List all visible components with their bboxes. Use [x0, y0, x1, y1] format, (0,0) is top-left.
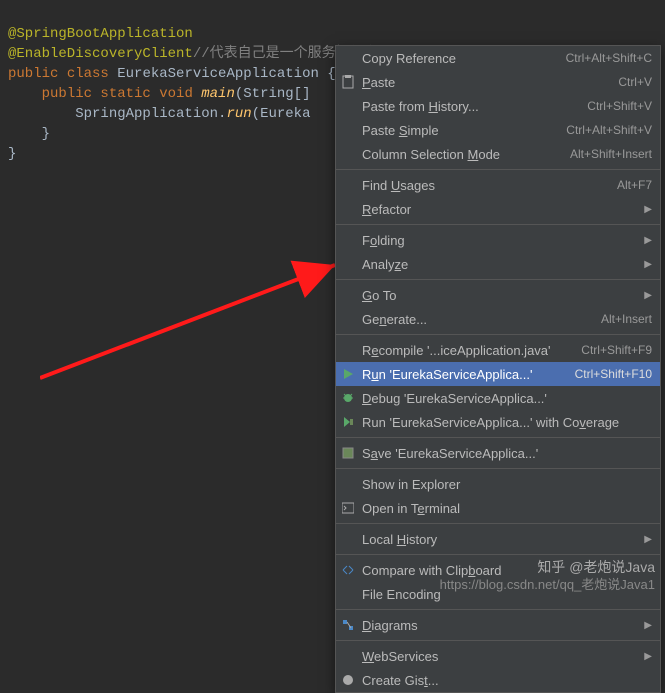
menu-paste-simple[interactable]: Paste SimpleCtrl+Alt+Shift+V	[336, 118, 660, 142]
menu-analyze[interactable]: Analyze▶	[336, 252, 660, 276]
compare-icon	[340, 562, 356, 578]
submenu-arrow-icon: ▶	[644, 259, 652, 270]
indent3	[8, 126, 42, 142]
menu-refactor[interactable]: Refactor▶	[336, 197, 660, 221]
method-run: run	[226, 106, 251, 122]
submenu-arrow-icon: ▶	[644, 235, 652, 246]
arrow-annotation	[40, 260, 350, 380]
menu-separator	[336, 224, 660, 225]
kw-static: static	[100, 86, 159, 102]
brace3: }	[8, 146, 16, 162]
menu-column-selection[interactable]: Column Selection ModeAlt+Shift+Insert	[336, 142, 660, 166]
menu-paste-history[interactable]: Paste from History...Ctrl+Shift+V	[336, 94, 660, 118]
menu-show-explorer[interactable]: Show in Explorer	[336, 472, 660, 496]
menu-separator	[336, 523, 660, 524]
run-icon	[340, 366, 356, 382]
menu-create-gist[interactable]: Create Gist...	[336, 668, 660, 692]
menu-webservices[interactable]: WebServices▶	[336, 644, 660, 668]
kw-class: class	[67, 66, 117, 82]
coverage-icon	[340, 414, 356, 430]
menu-diagrams[interactable]: Diagrams▶	[336, 613, 660, 637]
menu-separator	[336, 169, 660, 170]
watermark-bottom: https://blog.csdn.net/qq_老炮说Java1	[440, 574, 655, 593]
menu-run[interactable]: Run 'EurekaServiceApplica...'Ctrl+Shift+…	[336, 362, 660, 386]
menu-open-terminal[interactable]: Open in Terminal	[336, 496, 660, 520]
diagrams-icon	[340, 617, 356, 633]
menu-run-coverage[interactable]: Run 'EurekaServiceApplica...' with Cover…	[336, 410, 660, 434]
menu-generate[interactable]: Generate...Alt+Insert	[336, 307, 660, 331]
brace2: }	[42, 126, 50, 142]
kw-public2: public	[42, 86, 101, 102]
menu-local-history[interactable]: Local History▶	[336, 527, 660, 551]
submenu-arrow-icon: ▶	[644, 534, 652, 545]
menu-paste[interactable]: PasteCtrl+V	[336, 70, 660, 94]
menu-separator	[336, 609, 660, 610]
menu-debug[interactable]: Debug 'EurekaServiceApplica...'	[336, 386, 660, 410]
annotation-2: @EnableDiscoveryClient	[8, 46, 193, 62]
submenu-arrow-icon: ▶	[644, 290, 652, 301]
menu-separator	[336, 437, 660, 438]
annotation-1: @SpringBootApplication	[8, 26, 193, 42]
menu-separator	[336, 279, 660, 280]
menu-separator	[336, 334, 660, 335]
submenu-arrow-icon: ▶	[644, 204, 652, 215]
context-menu: Copy ReferenceCtrl+Alt+Shift+C PasteCtrl…	[335, 45, 661, 693]
menu-save[interactable]: Save 'EurekaServiceApplica...'	[336, 441, 660, 465]
debug-icon	[340, 390, 356, 406]
kw-public: public	[8, 66, 67, 82]
github-icon	[340, 672, 356, 688]
params2: (Eureka	[252, 106, 311, 122]
paste-icon	[340, 74, 356, 90]
menu-copy-reference[interactable]: Copy ReferenceCtrl+Alt+Shift+C	[336, 46, 660, 70]
class-name: EurekaServiceApplication	[117, 66, 327, 82]
terminal-icon	[340, 500, 356, 516]
springapp: SpringApplication.	[75, 106, 226, 122]
menu-separator	[336, 554, 660, 555]
kw-void: void	[159, 86, 201, 102]
params: (String[]	[235, 86, 311, 102]
menu-recompile[interactable]: Recompile '...iceApplication.java'Ctrl+S…	[336, 338, 660, 362]
menu-folding[interactable]: Folding▶	[336, 228, 660, 252]
menu-find-usages[interactable]: Find UsagesAlt+F7	[336, 173, 660, 197]
method-main: main	[201, 86, 235, 102]
menu-separator	[336, 468, 660, 469]
submenu-arrow-icon: ▶	[644, 651, 652, 662]
indent	[8, 86, 42, 102]
save-icon	[340, 445, 356, 461]
indent2	[8, 106, 75, 122]
menu-separator	[336, 640, 660, 641]
submenu-arrow-icon: ▶	[644, 620, 652, 631]
menu-goto[interactable]: Go To▶	[336, 283, 660, 307]
